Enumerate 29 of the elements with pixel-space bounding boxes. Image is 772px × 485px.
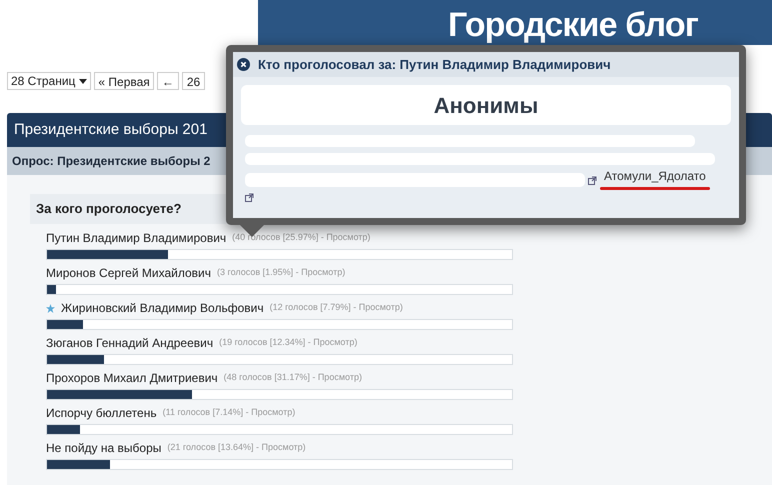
- external-link-icon: [588, 176, 597, 185]
- option-label: Испорчу бюллетень: [46, 405, 157, 422]
- site-title: Городские блог: [448, 5, 698, 45]
- caret-icon: [79, 78, 88, 84]
- vote-count[interactable]: (21 голосов [13.64%] - Просмотр): [167, 441, 306, 455]
- poll-question: За кого проголосуете?: [36, 200, 182, 218]
- popup-title: Кто проголосовал за: Путин Владимир Владимирович: [258, 56, 611, 74]
- external-link-icon: [245, 193, 254, 202]
- option-label: Не пойду на выборы: [46, 440, 162, 457]
- option-label: Жириновский Владимир Вольфович: [61, 300, 264, 317]
- option-label: Прохоров Михаил Дмитриевич: [46, 370, 218, 387]
- previous-page-button[interactable]: ←: [156, 72, 179, 90]
- close-icon[interactable]: [237, 58, 250, 71]
- vote-count[interactable]: (11 голосов [7.14%] - Просмотр): [162, 406, 296, 420]
- first-page-button[interactable]: « Первая: [94, 72, 154, 90]
- option-label: Зюганов Геннадий Андреевич: [46, 335, 214, 352]
- vote-count[interactable]: (48 голосов [31.17%] - Просмотр): [224, 371, 362, 385]
- page-button[interactable]: 26: [182, 72, 206, 90]
- vote-count[interactable]: (40 голосов [25.97%] - Просмотр): [232, 231, 370, 245]
- option-label: Миронов Сергей Михайлович: [46, 265, 211, 282]
- vote-count[interactable]: (19 голосов [12.34%] - Просмотр): [219, 336, 358, 350]
- vote-count[interactable]: (12 голосов [7.79%] - Просмотр): [270, 301, 403, 315]
- option-label: Путин Владимир Владимирович: [46, 230, 226, 247]
- voter-link[interactable]: Атомули_Ядолато: [600, 167, 706, 187]
- pages-dropdown[interactable]: 28 Страниц: [7, 72, 92, 90]
- vote-count[interactable]: (3 голосов [1.95%] - Просмотр): [216, 266, 346, 280]
- redaction-label: Анонимы: [434, 92, 538, 120]
- poll-title: Опрос: Президентские выборы 2: [12, 153, 210, 170]
- section-title: Президентские выборы 201: [14, 120, 208, 140]
